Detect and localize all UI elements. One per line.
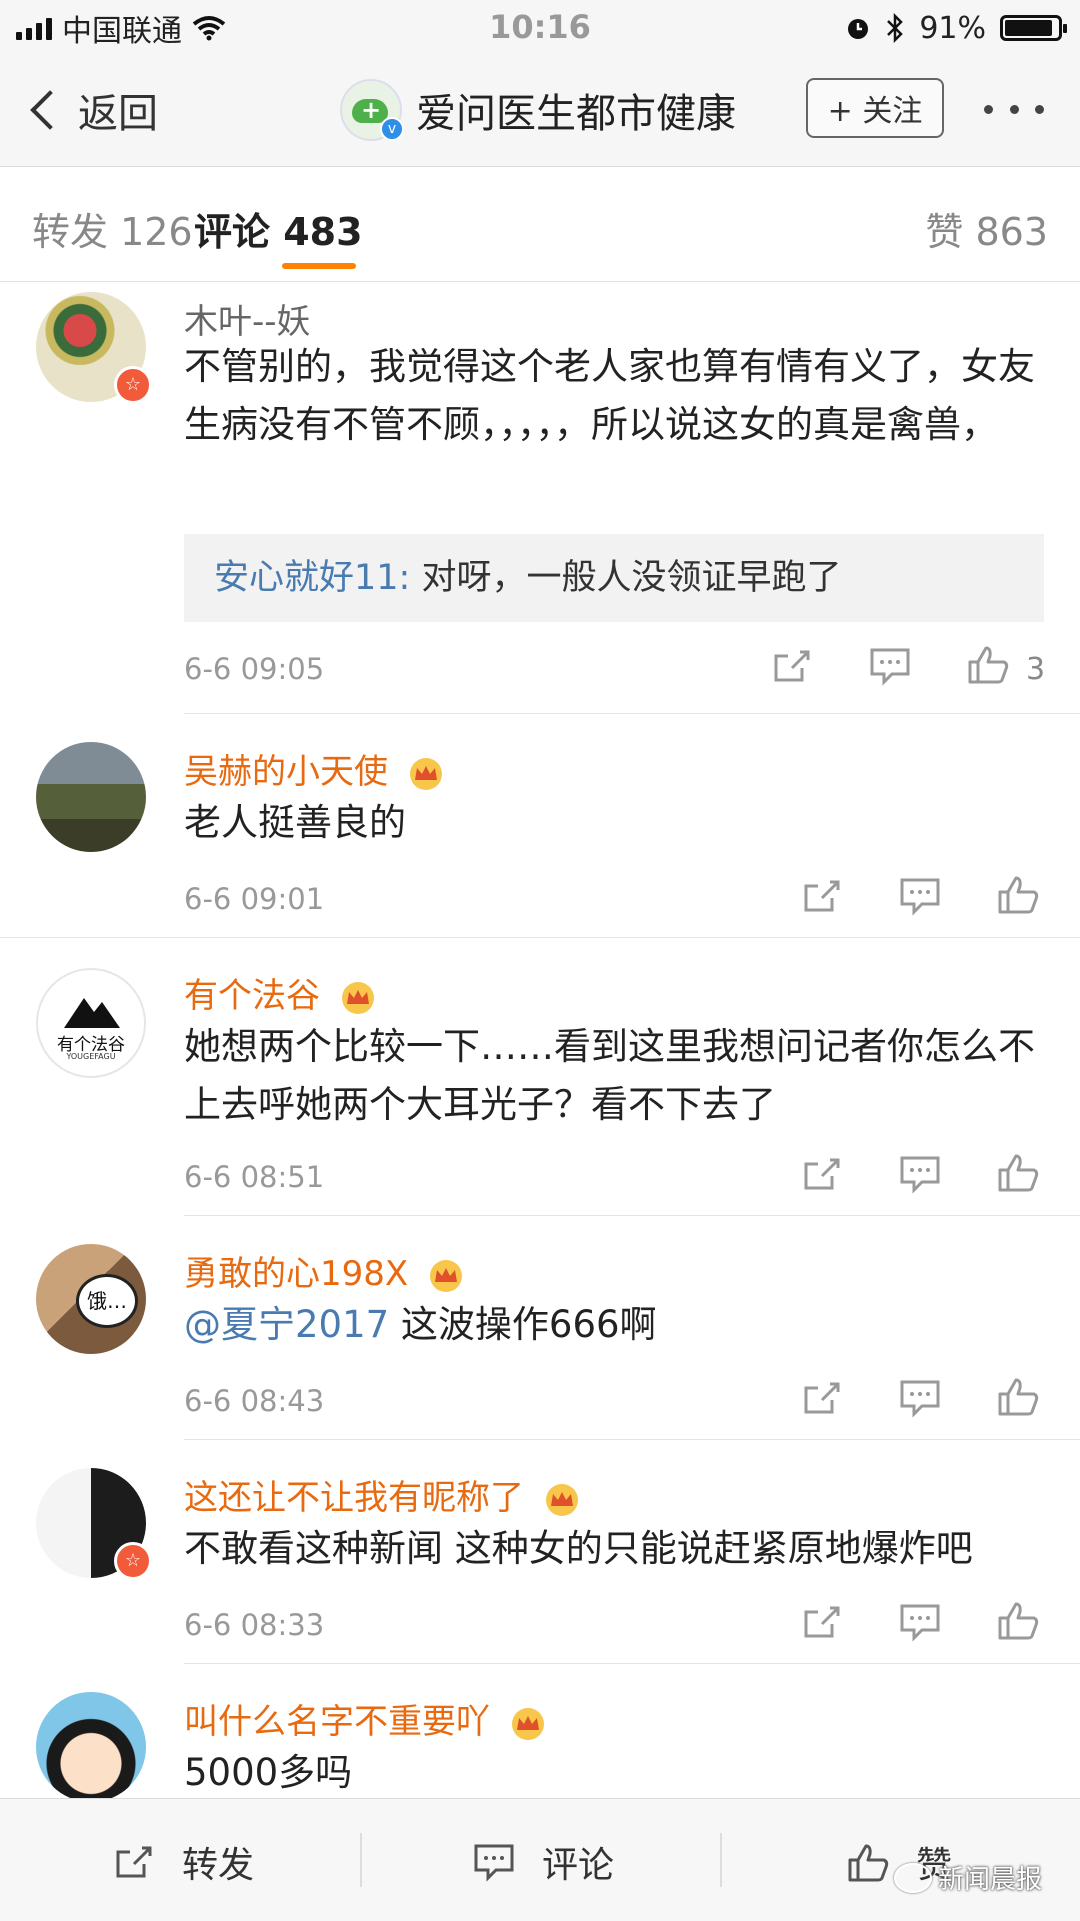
comment-icon[interactable] [868,646,912,686]
comment-username[interactable]: 叫什么名字不重要吖 [184,1694,547,1743]
comment-time: 6-6 08:51 [184,1160,325,1194]
share-icon[interactable] [800,1378,844,1418]
repost-label: 转发 [182,1845,255,1886]
comment-icon[interactable] [898,1602,942,1642]
username-text: 勇敢的心198X [184,1254,409,1294]
username-text: 叫什么名字不重要吖 [184,1702,490,1742]
back-button[interactable]: 返回 [30,80,158,140]
comment-time: 6-6 08:43 [184,1384,325,1418]
vip-crown-icon [341,981,374,1014]
verified-icon: v [380,117,404,141]
tab-reposts[interactable]: 转发 126 [32,201,193,256]
comment-item: ☆ 这还让不让我有昵称了 不敢看这种新闻 这种女的只能说赶紧原地爆炸吧 6-6 … [0,1440,1080,1664]
avatar-logo-subtext: YOUGEFAGU [66,1052,116,1061]
badge-icon: ☆ [114,366,152,404]
username-text: 这还让不让我有昵称了 [184,1478,524,1518]
comment-item: 饿… 勇敢的心198X @夏宁2017 这波操作666啊 6-6 08:43 [0,1216,1080,1440]
account-name: 爱问医生都市健康 [416,91,736,137]
comment-item: 叫什么名字不重要吖 5000多吗 [0,1664,1080,1798]
vip-crown-icon [430,1259,462,1292]
reply-preview[interactable]: 安心就好11: 对呀，一般人没领证早跑了 [184,534,1044,622]
comment-item: 吴赫的小天使 老人挺善良的 6-6 09:01 [0,714,1080,938]
share-icon[interactable] [800,1154,844,1194]
comment-text: 她想两个比较一下……看到这里我想问记者你怎么不上去呼她两个大耳光子？看不下去了 [184,1025,1035,1126]
avatar[interactable] [36,1692,146,1798]
like-icon[interactable] [996,1152,1040,1192]
comment-text: @夏宁2017 这波操作666啊 [184,1296,1054,1354]
battery-percent: 91% [919,10,986,46]
reply-text: 对呀，一般人没领证早跑了 [410,558,842,598]
comment-time: 6-6 09:01 [184,882,325,916]
comment-username[interactable]: 这还让不让我有昵称了 [184,1470,581,1519]
badge-icon: ☆ [114,1542,152,1580]
avatar[interactable] [36,742,146,852]
medical-plus-icon: + [360,96,382,124]
comment-icon[interactable] [898,1154,942,1194]
more-icon[interactable] [984,94,1044,124]
reply-username[interactable]: 安心就好11: [214,558,410,598]
mountain-logo-icon [64,998,120,1028]
like-icon[interactable] [996,1376,1040,1416]
vip-crown-icon [545,1483,578,1516]
comment-username[interactable]: 有个法谷 [184,968,377,1017]
tab-likes[interactable]: 赞 863 [925,201,1048,256]
mention-link[interactable]: @夏宁2017 [184,1303,389,1346]
watermark-text: 新闻晨报 [938,1865,1043,1895]
comment-text-body: 这波操作666啊 [389,1303,657,1346]
status-bar: 中国联通 10:16 91% [0,0,1080,54]
comment-list: ☆ 木叶--妖 不管别的，我觉得这个老人家也算有情有义了，女友生病没有不管不顾，… [0,282,1080,1798]
comment-button[interactable]: 评论 [472,1839,615,1886]
tab-bar: 转发 126 评论 483 赞 863 [0,167,1080,282]
share-icon[interactable] [800,1602,844,1642]
username-text: 吴赫的小天使 [184,752,388,792]
battery-fill [1005,20,1052,36]
watermark: 新闻晨报 [894,1859,1042,1896]
bottom-action-bar: 转发 评论 赞 新闻晨报 [0,1798,1080,1921]
alarm-icon [848,19,869,39]
like-icon[interactable] [996,874,1040,914]
account-title[interactable]: + v 爱问医生都市健康 [340,79,736,141]
account-avatar: + v [340,79,404,141]
comment-text: 不敢看这种新闻 这种女的只能说赶紧原地爆炸吧 [184,1527,973,1570]
comment-username[interactable]: 吴赫的小天使 [184,744,445,793]
wechat-icon [894,1862,932,1893]
comment-text: 不管别的，我觉得这个老人家也算有情有义了，女友生病没有不管不顾，，，，，所以说这… [184,345,1035,446]
share-icon[interactable] [770,646,814,686]
like-icon[interactable] [996,1600,1040,1640]
avatar[interactable]: 有个法谷 YOUGEFAGU [36,968,146,1078]
comment-time: 6-6 08:33 [184,1608,325,1642]
battery-icon [1000,15,1067,41]
username-text: 有个法谷 [184,976,320,1016]
comment-icon[interactable] [898,876,942,916]
share-icon[interactable] [800,876,844,916]
share-icon [116,1846,152,1878]
comment-username[interactable]: 勇敢的心198X [184,1246,465,1295]
chevron-left-icon [30,90,70,130]
comment-text: 5000多吗 [184,1751,353,1794]
separator [720,1833,722,1887]
comment-time: 6-6 09:05 [184,652,325,686]
comment-item: ☆ 木叶--妖 不管别的，我觉得这个老人家也算有情有义了，女友生病没有不管不顾，… [0,282,1080,714]
comment-icon [474,1844,514,1882]
comment-username[interactable]: 木叶--妖 [184,294,311,343]
separator [360,1833,362,1887]
like-count: 3 [1026,652,1046,687]
vip-crown-icon [409,757,442,790]
comment-label: 评论 [542,1845,615,1886]
bluetooth-icon [887,13,904,43]
vip-crown-icon [511,1707,544,1740]
back-label: 返回 [78,91,158,137]
nav-bar: 返回 + v 爱问医生都市健康 + 关注 [0,54,1080,167]
tab-comments[interactable]: 评论 483 [194,201,363,256]
active-tab-indicator [282,263,356,269]
comment-icon[interactable] [898,1378,942,1418]
follow-button[interactable]: + 关注 [806,78,944,138]
comment-item: 有个法谷 YOUGEFAGU 有个法谷 她想两个比较一下……看到这里我想问记者你… [0,938,1080,1216]
avatar[interactable]: 饿… [36,1244,146,1354]
like-icon [848,1844,889,1882]
repost-button[interactable]: 转发 [112,1839,255,1886]
comment-text: 老人挺善良的 [184,801,406,844]
avatar-speech-text: 饿… [76,1274,138,1328]
like-icon[interactable] [966,644,1010,684]
